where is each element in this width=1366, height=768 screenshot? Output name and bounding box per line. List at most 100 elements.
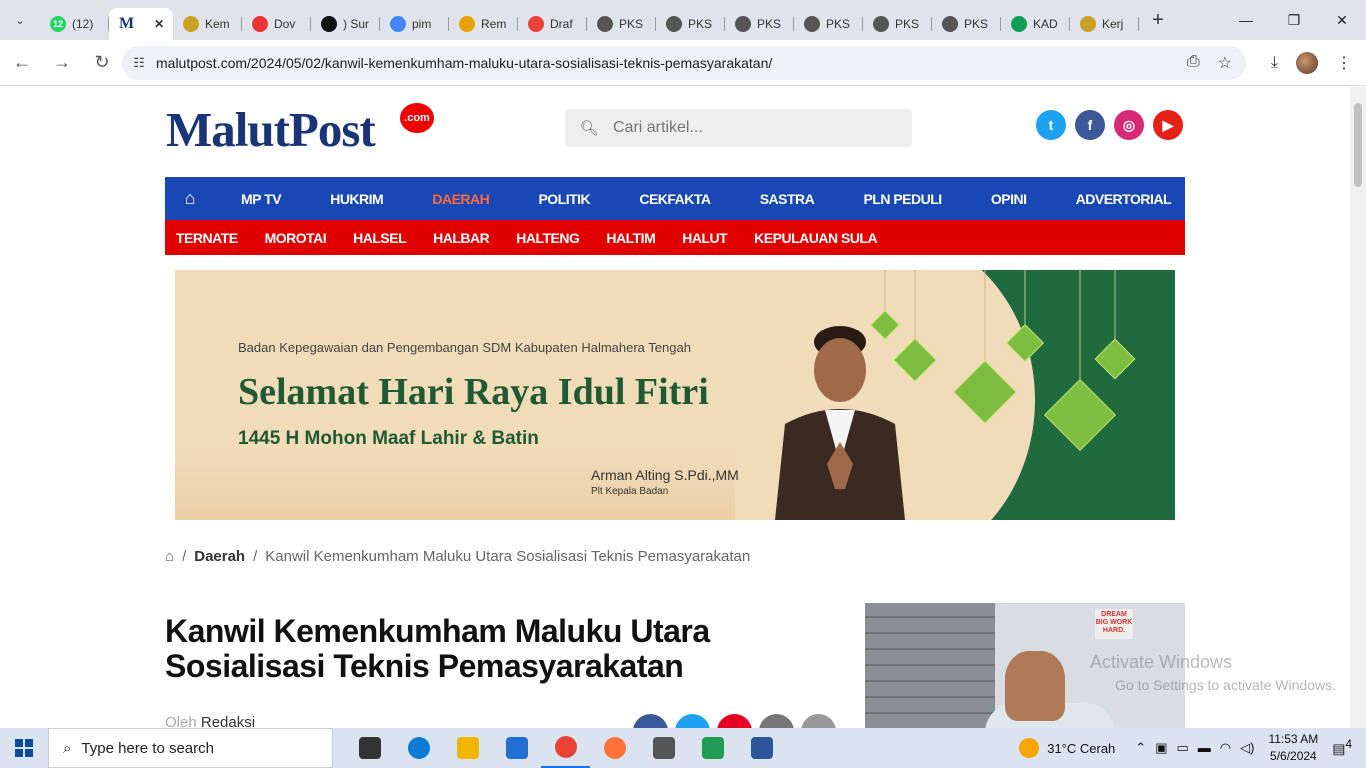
display-icon[interactable]: ▭	[1177, 740, 1189, 756]
share-facebook-icon[interactable]	[633, 714, 668, 728]
nav-item-advertorial[interactable]: ADVERTORIAL	[1076, 191, 1172, 207]
browser-tab[interactable]: M ✕	[109, 8, 173, 40]
share-pinterest-icon[interactable]	[717, 714, 752, 728]
browser-tab[interactable]: Kem	[173, 8, 242, 40]
menu-kebab-icon[interactable]: ⋮	[1336, 53, 1352, 73]
browser-tab[interactable]: Draf	[518, 8, 587, 40]
taskbar-app-mail[interactable]	[492, 728, 541, 768]
nav-item-opini[interactable]: OPINI	[991, 191, 1027, 207]
share-email-icon[interactable]	[759, 714, 794, 728]
taskbar-app-word[interactable]	[737, 728, 786, 768]
browser-tab[interactable]: Kerj	[1070, 8, 1139, 40]
region-item-morotai[interactable]: MOROTAI	[265, 230, 327, 246]
home-icon[interactable]: ⌂	[165, 188, 215, 209]
region-item-ternate[interactable]: TERNATE	[176, 230, 238, 246]
clock[interactable]: 11:53 AM 5/6/2024	[1268, 731, 1318, 765]
chevron-up-icon[interactable]: ⌃	[1135, 740, 1146, 756]
eid-banner-ad[interactable]: Badan Kepegawaian dan Pengembangan SDM K…	[175, 270, 1175, 520]
browser-tab[interactable]: KAD	[1001, 8, 1070, 40]
camera-icon	[652, 737, 675, 759]
site-info-icon[interactable]: ☷	[122, 55, 156, 71]
banner-org-text: Badan Kepegawaian dan Pengembangan SDM K…	[238, 340, 691, 355]
download-icon[interactable]: ⤓	[1271, 54, 1278, 72]
browser-tab[interactable]: 12 (12)	[40, 8, 109, 40]
taskbar-search[interactable]: ⌕ Type here to search	[48, 728, 333, 768]
nav-item-sastra[interactable]: SASTRA	[760, 191, 815, 207]
breadcrumb-section-link[interactable]: Daerah	[194, 548, 245, 565]
taskbar-app-edge[interactable]	[394, 728, 443, 768]
taskbar-app-excel-like[interactable]	[688, 728, 737, 768]
browser-tab[interactable]: PKS	[656, 8, 725, 40]
region-item-halbar[interactable]: HALBAR	[433, 230, 490, 246]
start-button[interactable]	[0, 728, 48, 768]
region-item-halteng[interactable]: HALTENG	[516, 230, 580, 246]
tab-label: Dov	[274, 17, 296, 31]
forward-arrow-icon[interactable]: →	[44, 52, 80, 73]
back-arrow-icon[interactable]: ←	[4, 52, 40, 73]
taskbar-app-camera[interactable]	[639, 728, 688, 768]
nav-item-hukrim[interactable]: HUKRIM	[330, 191, 384, 207]
tab-search-chevron-icon[interactable]: ⌄	[0, 0, 40, 40]
tab-favicon-icon	[804, 16, 820, 32]
youtube-icon[interactable]: ▶	[1153, 110, 1183, 140]
profile-avatar[interactable]	[1296, 52, 1318, 74]
browser-tab[interactable]: ) Sur	[311, 8, 380, 40]
nav-item-daerah[interactable]: DAERAH	[432, 191, 489, 207]
wifi-icon[interactable]: ◠	[1220, 740, 1231, 756]
browser-tab[interactable]: PKS	[794, 8, 863, 40]
reload-icon[interactable]: ↻	[84, 52, 120, 73]
meet-icon[interactable]: ▣	[1155, 740, 1167, 756]
nav-item-politik[interactable]: POLITIK	[538, 191, 590, 207]
twitter-icon[interactable]: t	[1036, 110, 1066, 140]
bookmark-star-icon[interactable]: ☆	[1218, 53, 1232, 73]
weather-text: 31°C Cerah	[1047, 740, 1116, 756]
mosque-skyline-decoration	[175, 450, 735, 520]
nav-item-mp-tv[interactable]: MP TV	[241, 191, 282, 207]
region-item-halsel[interactable]: HALSEL	[353, 230, 407, 246]
taskbar-app-file-explorer[interactable]	[443, 728, 492, 768]
taskbar-app-task-view[interactable]	[345, 728, 394, 768]
page-scrollbar[interactable]	[1350, 87, 1366, 728]
official-role: Plt Kepala Badan	[591, 486, 669, 497]
share-twitter-icon[interactable]	[675, 714, 710, 728]
browser-tab[interactable]: PKS	[587, 8, 656, 40]
minimize-icon[interactable]: —	[1222, 0, 1270, 40]
search-icon[interactable]: 🔍︎	[565, 119, 613, 137]
taskbar-app-chrome[interactable]	[541, 728, 590, 768]
notification-icon[interactable]: ▤4	[1332, 738, 1352, 758]
region-item-kepulauan-sula[interactable]: KEPULAUAN SULA	[754, 230, 877, 246]
browser-tab[interactable]: PKS	[932, 8, 1001, 40]
close-tab-icon[interactable]: ✕	[154, 17, 164, 31]
url-text[interactable]: malutpost.com/2024/05/02/kanwil-kemenkum…	[156, 55, 772, 71]
share-more-icon[interactable]	[801, 714, 836, 728]
browser-tab[interactable]: pim	[380, 8, 449, 40]
site-logo[interactable]: MalutPost .com	[166, 101, 434, 158]
restore-icon[interactable]: ❐	[1270, 0, 1318, 40]
browser-tab[interactable]: PKS	[725, 8, 794, 40]
region-item-halut[interactable]: HALUT	[682, 230, 727, 246]
instagram-icon[interactable]: ◎	[1114, 110, 1144, 140]
home-icon[interactable]: ⌂	[165, 548, 174, 565]
nav-item-cekfakta[interactable]: CEKFAKTA	[639, 191, 711, 207]
scrollbar-thumb[interactable]	[1354, 103, 1362, 187]
browser-tab[interactable]: Rem	[449, 8, 518, 40]
install-app-icon[interactable]: ⎙	[1187, 53, 1200, 73]
weather-widget[interactable]: 31°C Cerah	[1019, 738, 1115, 758]
tab-favicon-icon	[873, 16, 889, 32]
excel-like-icon	[701, 737, 724, 759]
address-bar[interactable]: ☷ malutpost.com/2024/05/02/kanwil-kemenk…	[122, 46, 1246, 80]
official-portrait	[775, 326, 905, 520]
battery-icon[interactable]: ▬	[1198, 740, 1211, 756]
author-link[interactable]: Redaksi	[201, 714, 255, 728]
region-item-haltim[interactable]: HALTIM	[606, 230, 655, 246]
close-window-icon[interactable]: ✕	[1318, 0, 1366, 40]
volume-icon[interactable]: ◁)	[1240, 740, 1254, 756]
file-explorer-icon	[456, 737, 479, 759]
browser-tab[interactable]: PKS	[863, 8, 932, 40]
taskbar-app-firefox[interactable]	[590, 728, 639, 768]
search-input[interactable]	[613, 119, 893, 137]
new-tab-button[interactable]: +	[1143, 9, 1173, 32]
facebook-icon[interactable]: f	[1075, 110, 1105, 140]
browser-tab[interactable]: Dov	[242, 8, 311, 40]
nav-item-pln-peduli[interactable]: PLN PEDULI	[863, 191, 942, 207]
